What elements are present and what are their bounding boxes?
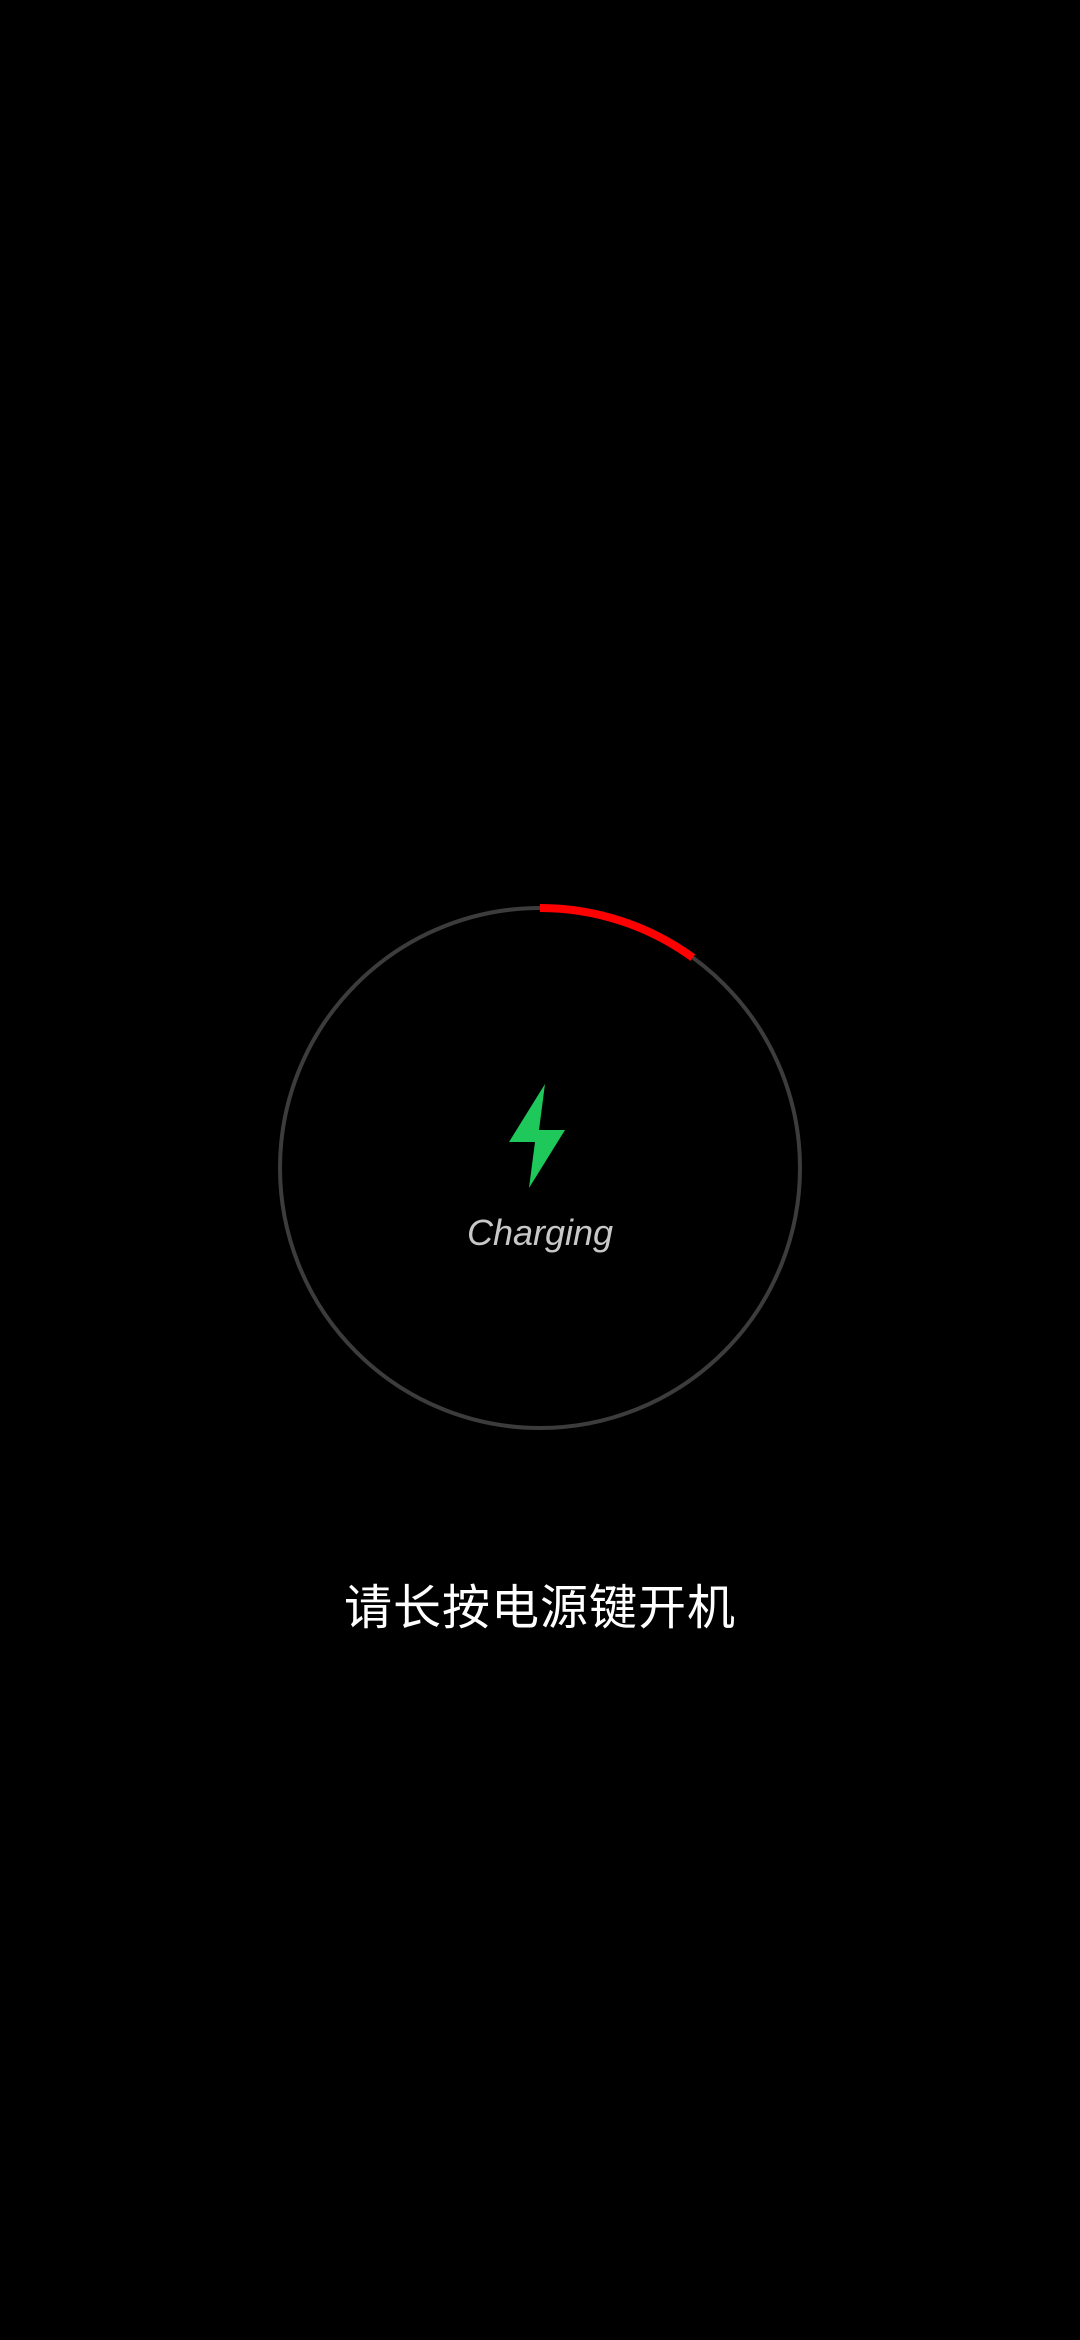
charging-indicator: Charging xyxy=(276,904,804,1432)
charging-screen: Charging 请长按电源键开机 xyxy=(0,0,1080,2340)
power-on-hint: 请长按电源键开机 xyxy=(343,1580,736,1636)
lightning-bolt-icon xyxy=(509,1084,565,1188)
charging-status-label: Charging xyxy=(466,1212,614,1253)
